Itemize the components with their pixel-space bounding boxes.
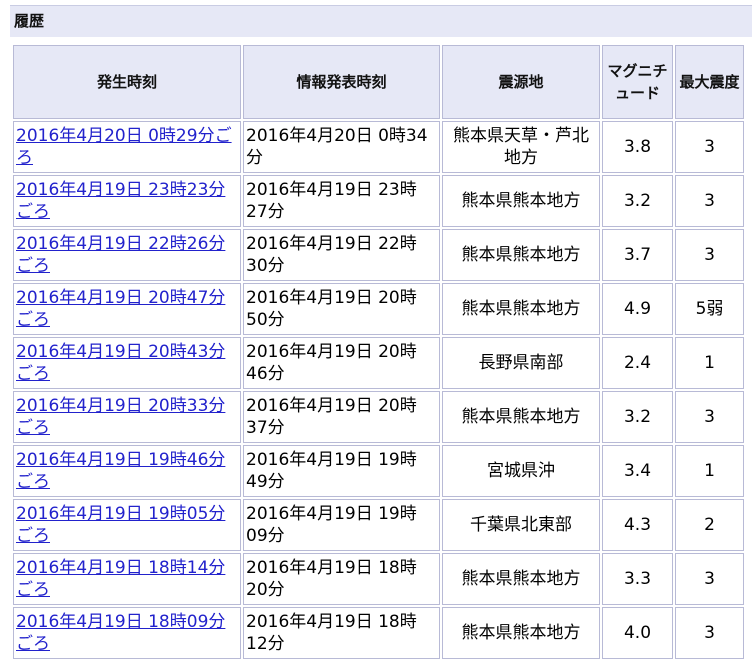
column-header-announce: 情報発表時刻: [243, 45, 440, 119]
announcement-time-cell: 2016年4月20日 0時34分: [243, 121, 440, 173]
history-section-header: 履歴: [10, 5, 752, 37]
occurrence-time-link[interactable]: 2016年4月19日 18時14分ごろ: [16, 558, 225, 600]
epicenter-cell: 熊本県熊本地方: [442, 553, 600, 605]
occurrence-time-link[interactable]: 2016年4月20日 0時29分ごろ: [16, 126, 232, 168]
magnitude-cell: 3.3: [602, 553, 673, 605]
magnitude-cell: 3.7: [602, 229, 673, 281]
occurrence-time-link[interactable]: 2016年4月19日 19時05分ごろ: [16, 504, 225, 546]
occurrence-time-cell: 2016年4月19日 20時43分ごろ: [13, 337, 241, 389]
announcement-time-cell: 2016年4月19日 22時30分: [243, 229, 440, 281]
occurrence-time-cell: 2016年4月19日 23時23分ごろ: [13, 175, 241, 227]
magnitude-cell: 3.8: [602, 121, 673, 173]
table-row: 2016年4月19日 22時26分ごろ 2016年4月19日 22時30分 熊本…: [13, 229, 744, 281]
table-row: 2016年4月19日 18時14分ごろ 2016年4月19日 18時20分 熊本…: [13, 553, 744, 605]
occurrence-time-cell: 2016年4月19日 22時26分ごろ: [13, 229, 241, 281]
occurrence-time-link[interactable]: 2016年4月19日 18時09分ごろ: [16, 612, 225, 654]
column-header-magnitude: マグニチュード: [602, 45, 673, 119]
history-title: 履歴: [14, 12, 45, 30]
table-row: 2016年4月19日 19時05分ごろ 2016年4月19日 19時09分 千葉…: [13, 499, 744, 551]
occurrence-time-link[interactable]: 2016年4月19日 23時23分ごろ: [16, 180, 225, 222]
epicenter-cell: 熊本県熊本地方: [442, 391, 600, 443]
max-intensity-cell: 3: [675, 121, 744, 173]
occurrence-time-cell: 2016年4月19日 18時09分ごろ: [13, 607, 241, 659]
epicenter-cell: 宮城県沖: [442, 445, 600, 497]
announcement-time-cell: 2016年4月19日 20時37分: [243, 391, 440, 443]
table-row: 2016年4月19日 20時33分ごろ 2016年4月19日 20時37分 熊本…: [13, 391, 744, 443]
table-row: 2016年4月19日 19時46分ごろ 2016年4月19日 19時49分 宮城…: [13, 445, 744, 497]
table-row: 2016年4月19日 18時09分ごろ 2016年4月19日 18時12分 熊本…: [13, 607, 744, 659]
column-header-intensity: 最大震度: [675, 45, 744, 119]
announcement-time-cell: 2016年4月19日 18時20分: [243, 553, 440, 605]
table-row: 2016年4月19日 23時23分ごろ 2016年4月19日 23時27分 熊本…: [13, 175, 744, 227]
history-table-container: 発生時刻 情報発表時刻 震源地 マグニチュード 最大震度 2016年4月20日 …: [11, 43, 746, 661]
max-intensity-cell: 5弱: [675, 283, 744, 335]
occurrence-time-link[interactable]: 2016年4月19日 20時43分ごろ: [16, 342, 225, 384]
max-intensity-cell: 2: [675, 499, 744, 551]
table-row: 2016年4月19日 20時47分ごろ 2016年4月19日 20時50分 熊本…: [13, 283, 744, 335]
magnitude-cell: 3.2: [602, 391, 673, 443]
occurrence-time-link[interactable]: 2016年4月19日 22時26分ごろ: [16, 234, 225, 276]
announcement-time-cell: 2016年4月19日 18時12分: [243, 607, 440, 659]
magnitude-cell: 4.9: [602, 283, 673, 335]
announcement-time-cell: 2016年4月19日 20時46分: [243, 337, 440, 389]
max-intensity-cell: 3: [675, 175, 744, 227]
max-intensity-cell: 3: [675, 391, 744, 443]
announcement-time-cell: 2016年4月19日 19時49分: [243, 445, 440, 497]
epicenter-cell: 熊本県熊本地方: [442, 607, 600, 659]
magnitude-cell: 2.4: [602, 337, 673, 389]
epicenter-cell: 熊本県天草・芦北地方: [442, 121, 600, 173]
magnitude-cell: 4.3: [602, 499, 673, 551]
max-intensity-cell: 3: [675, 607, 744, 659]
column-header-place: 震源地: [442, 45, 600, 119]
magnitude-cell: 3.4: [602, 445, 673, 497]
max-intensity-cell: 1: [675, 337, 744, 389]
epicenter-cell: 熊本県熊本地方: [442, 229, 600, 281]
epicenter-cell: 長野県南部: [442, 337, 600, 389]
table-header-row: 発生時刻 情報発表時刻 震源地 マグニチュード 最大震度: [13, 45, 744, 119]
epicenter-cell: 千葉県北東部: [442, 499, 600, 551]
table-row: 2016年4月19日 20時43分ごろ 2016年4月19日 20時46分 長野…: [13, 337, 744, 389]
earthquake-history-table: 発生時刻 情報発表時刻 震源地 マグニチュード 最大震度 2016年4月20日 …: [11, 43, 746, 661]
occurrence-time-cell: 2016年4月19日 18時14分ごろ: [13, 553, 241, 605]
max-intensity-cell: 3: [675, 229, 744, 281]
occurrence-time-cell: 2016年4月19日 20時33分ごろ: [13, 391, 241, 443]
announcement-time-cell: 2016年4月19日 20時50分: [243, 283, 440, 335]
occurrence-time-link[interactable]: 2016年4月19日 20時47分ごろ: [16, 288, 225, 330]
magnitude-cell: 4.0: [602, 607, 673, 659]
max-intensity-cell: 3: [675, 553, 744, 605]
occurrence-time-link[interactable]: 2016年4月19日 20時33分ごろ: [16, 396, 225, 438]
occurrence-time-cell: 2016年4月20日 0時29分ごろ: [13, 121, 241, 173]
occurrence-time-link[interactable]: 2016年4月19日 19時46分ごろ: [16, 450, 225, 492]
announcement-time-cell: 2016年4月19日 19時09分: [243, 499, 440, 551]
magnitude-cell: 3.2: [602, 175, 673, 227]
occurrence-time-cell: 2016年4月19日 20時47分ごろ: [13, 283, 241, 335]
occurrence-time-cell: 2016年4月19日 19時05分ごろ: [13, 499, 241, 551]
table-row: 2016年4月20日 0時29分ごろ 2016年4月20日 0時34分 熊本県天…: [13, 121, 744, 173]
max-intensity-cell: 1: [675, 445, 744, 497]
announcement-time-cell: 2016年4月19日 23時27分: [243, 175, 440, 227]
epicenter-cell: 熊本県熊本地方: [442, 283, 600, 335]
epicenter-cell: 熊本県熊本地方: [442, 175, 600, 227]
column-header-time: 発生時刻: [13, 45, 241, 119]
occurrence-time-cell: 2016年4月19日 19時46分ごろ: [13, 445, 241, 497]
